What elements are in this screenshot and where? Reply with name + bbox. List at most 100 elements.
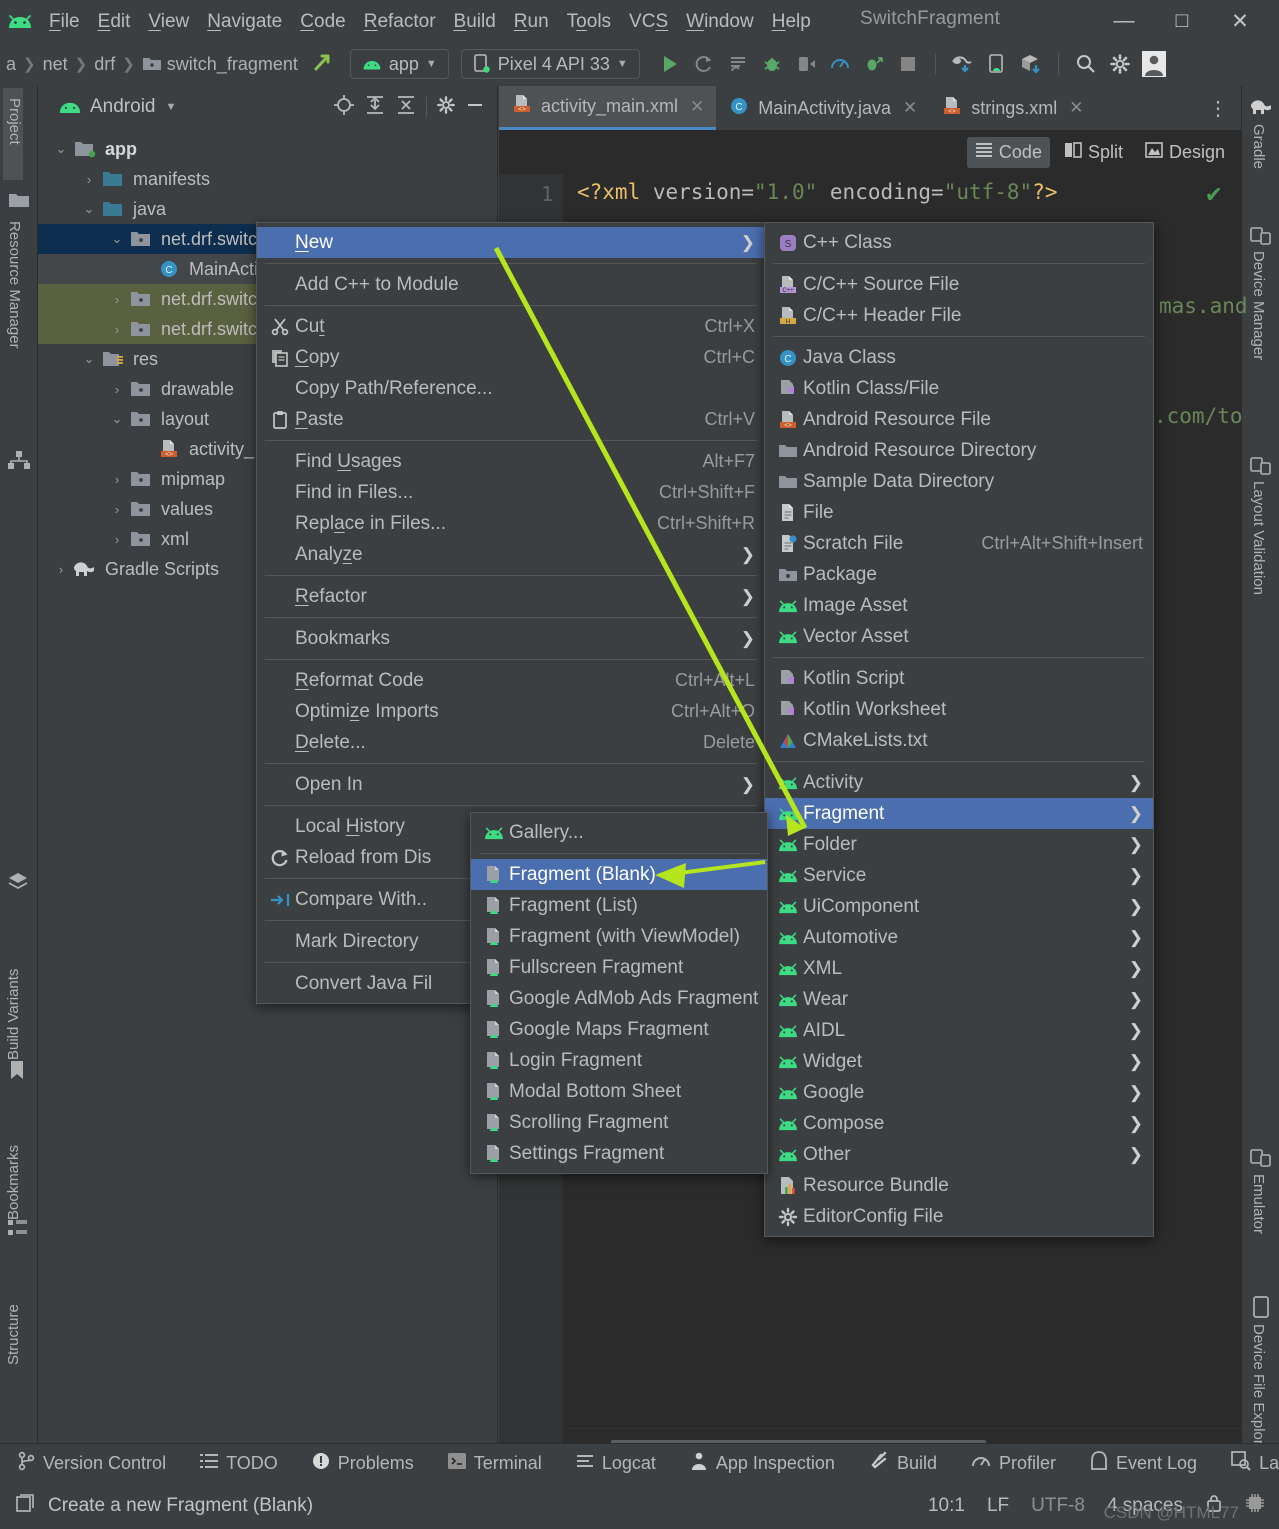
new-menu-item-service[interactable]: Service ❯ [765,860,1153,891]
fragment-menu-item-google-admob-ads-fragment[interactable]: Google AdMob Ads Fragment [471,983,767,1014]
context-menu-item-refactor[interactable]: Refactor ❯ [257,581,765,612]
menu-bar-item-navigate[interactable]: Navigate [198,9,291,34]
memory-indicator-icon[interactable] [1245,1493,1265,1519]
sidebar-item-build-variants[interactable]: Build Variants [5,900,22,1060]
close-icon[interactable]: ✕ [903,98,917,118]
fragment-menu-item-google-maps-fragment[interactable]: Google Maps Fragment [471,1014,767,1045]
close-icon[interactable]: ✕ [690,97,704,117]
new-menu-item-fragment[interactable]: Fragment ❯ [765,798,1153,829]
fragment-menu-item-gallery[interactable]: Gallery... [471,817,767,848]
tree-expand-arrow[interactable]: ⌄ [78,351,100,367]
new-menu-item-kotlin-script[interactable]: Kotlin Script [765,663,1153,694]
new-menu-item-widget[interactable]: Widget ❯ [765,1046,1153,1077]
menu-bar-item-edit[interactable]: Edit [89,9,140,34]
sidebar-item-bookmarks[interactable]: Bookmarks [5,1090,22,1220]
sidebar-item-layout-validation[interactable]: Layout Validation [1250,481,1267,681]
new-menu-item-image-asset[interactable]: Image Asset [765,590,1153,621]
context-menu-item-paste[interactable]: Paste Ctrl+V [257,404,765,435]
new-menu-item-c-c-header-file[interactable]: H C/C++ Header File [765,300,1153,331]
new-menu-item-cmakelists-txt[interactable]: CMakeLists.txt [765,725,1153,756]
project-view-selector[interactable]: Android [90,96,156,118]
menu-bar-item-file[interactable]: File [40,9,89,34]
new-menu-item-folder[interactable]: Folder ❯ [765,829,1153,860]
stop-button[interactable] [894,49,922,79]
new-menu-item-resource-bundle[interactable]: Resource Bundle [765,1170,1153,1201]
tool-window-profiler[interactable]: Profiler [954,1452,1073,1475]
new-menu-item-package[interactable]: Package [765,559,1153,590]
new-menu-item-c-class[interactable]: S C++ Class [765,227,1153,258]
context-menu-item-find-in-files[interactable]: Find in Files... Ctrl+Shift+F [257,477,765,508]
tree-expand-arrow[interactable]: › [106,502,128,517]
select-opened-file-icon[interactable] [333,94,355,121]
context-menu-item-replace-in-files[interactable]: Replace in Files... Ctrl+Shift+R [257,508,765,539]
tool-window-layout[interactable]: Layout [1214,1451,1279,1476]
fragment-menu-item-scrolling-fragment[interactable]: Scrolling Fragment [471,1107,767,1138]
avd-manager-button[interactable] [983,49,1011,79]
tree-expand-arrow[interactable]: ⌄ [78,201,100,217]
sdk-manager-button[interactable] [1017,49,1045,79]
context-menu-item-find-usages[interactable]: Find Usages Alt+F7 [257,446,765,477]
tool-window-terminal[interactable]: Terminal [431,1452,559,1475]
fragment-menu-item-fragment-with-viewmodel[interactable]: Fragment (with ViewModel) [471,921,767,952]
menu-bar-item-window[interactable]: Window [677,9,763,34]
tree-expand-arrow[interactable]: ⌄ [106,231,128,247]
hide-panel-icon[interactable] [465,95,485,120]
caret-position[interactable]: 10:1 [928,1495,965,1517]
new-menu-item-editorconfig-file[interactable]: EditorConfig File [765,1201,1153,1232]
search-icon[interactable] [1072,49,1100,79]
context-menu-item-delete[interactable]: Delete... Delete [257,727,765,758]
close-button[interactable]: ✕ [1211,0,1269,42]
tree-expand-arrow[interactable]: ⌄ [50,141,72,157]
device-selector[interactable]: Pixel 4 API 33 ▼ [460,49,640,79]
sidebar-item-project[interactable]: Project [3,88,23,180]
menu-bar-item-code[interactable]: Code [291,9,354,34]
tool-window-event-log[interactable]: Event Log [1073,1451,1214,1476]
tree-expand-arrow[interactable]: › [50,562,72,577]
editor-tab-overflow-icon[interactable]: ⋮ [1196,96,1241,121]
tree-expand-arrow[interactable]: › [106,292,128,307]
new-menu-item-aidl[interactable]: AIDL ❯ [765,1015,1153,1046]
tree-expand-arrow[interactable]: ⌄ [106,411,128,427]
avatar[interactable] [1140,49,1168,79]
view-mode-split[interactable]: Split [1056,137,1131,168]
menu-bar-item-run[interactable]: Run [505,9,558,34]
breadcrumb-item[interactable]: net [39,54,72,75]
run-with-coverage-button[interactable] [860,49,888,79]
sidebar-item-structure[interactable]: Structure [5,1245,22,1365]
tree-expand-arrow[interactable]: › [106,472,128,487]
close-icon[interactable]: ✕ [1069,98,1083,118]
menu-bar-item-build[interactable]: Build [445,9,505,34]
menu-bar-item-help[interactable]: Help [763,9,820,34]
apply-changes-button[interactable] [690,49,718,79]
context-menu-item-bookmarks[interactable]: Bookmarks ❯ [257,623,765,654]
view-mode-code[interactable]: Code [966,136,1050,168]
new-menu-item-scratch-file[interactable]: Scratch File Ctrl+Alt+Shift+Insert [765,528,1153,559]
breadcrumb-item[interactable]: switch_fragment [138,54,302,75]
new-menu-item-kotlin-worksheet[interactable]: Kotlin Worksheet [765,694,1153,725]
editor-tab-activity_main-xml[interactable]: <> activity_main.xml ✕ [499,86,717,130]
editor-tab-MainActivity-java[interactable]: C MainActivity.java ✕ [716,86,929,130]
menu-bar-item-view[interactable]: View [139,9,198,34]
fragment-menu-item-modal-bottom-sheet[interactable]: Modal Bottom Sheet [471,1076,767,1107]
menu-bar-item-tools[interactable]: Tools [558,9,620,34]
profiler-button[interactable] [826,49,854,79]
maximize-button[interactable]: □ [1153,0,1211,42]
new-menu-item-uicomponent[interactable]: UiComponent ❯ [765,891,1153,922]
tree-node-manifests[interactable]: › manifests [38,164,497,194]
new-menu-item-java-class[interactable]: C Java Class [765,342,1153,373]
new-menu-item-google[interactable]: Google ❯ [765,1077,1153,1108]
menu-bar-item-refactor[interactable]: Refactor [355,9,445,34]
context-menu-item-cut[interactable]: Cut Ctrl+X [257,311,765,342]
fragment-menu-item-login-fragment[interactable]: Login Fragment [471,1045,767,1076]
new-menu-item-automotive[interactable]: Automotive ❯ [765,922,1153,953]
chevron-down-icon[interactable]: ▼ [166,101,177,113]
new-menu-item-other[interactable]: Other ❯ [765,1139,1153,1170]
tree-expand-arrow[interactable]: › [106,532,128,547]
line-separator[interactable]: LF [987,1495,1009,1517]
expand-all-icon[interactable] [364,94,386,121]
gear-icon[interactable] [436,95,456,120]
tree-node-java[interactable]: ⌄ java [38,194,497,224]
file-encoding[interactable]: UTF-8 [1031,1495,1085,1517]
new-menu-item-compose[interactable]: Compose ❯ [765,1108,1153,1139]
tree-expand-arrow[interactable]: › [78,172,100,187]
